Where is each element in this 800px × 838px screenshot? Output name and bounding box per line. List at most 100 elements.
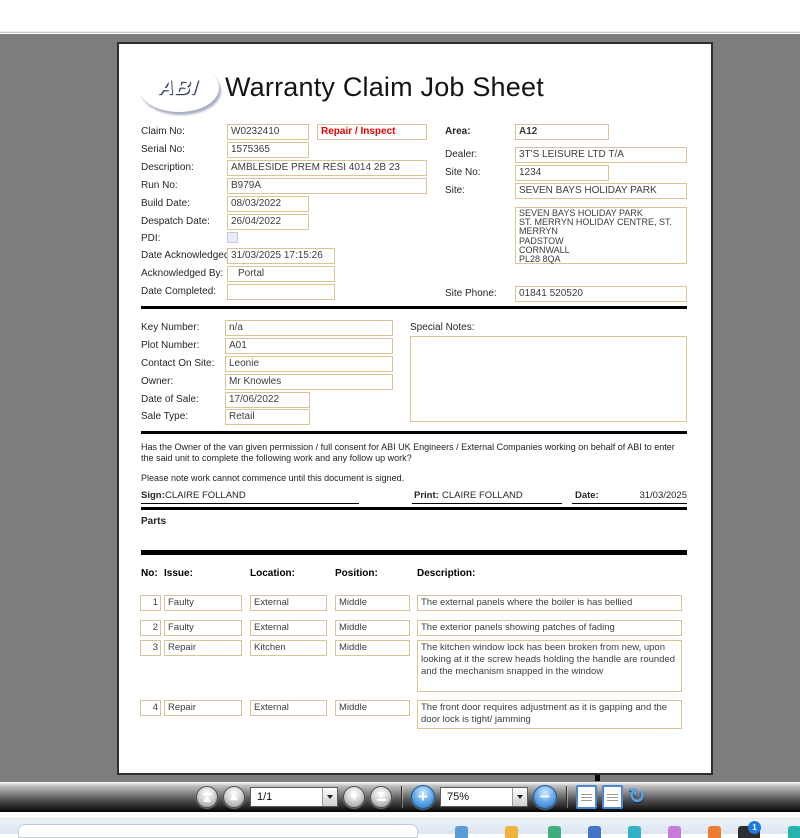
consent-question-text: Has the Owner of the van given permissio… xyxy=(141,442,675,463)
description-label: Description: xyxy=(141,162,194,173)
part-row-position[interactable]: Middle xyxy=(335,620,410,636)
chevron-down-icon xyxy=(517,795,523,799)
special-notes-field[interactable] xyxy=(410,336,687,422)
area-field[interactable]: A12 xyxy=(515,124,609,140)
arrow-down-icon xyxy=(350,794,358,800)
rotate-view-button[interactable]: ↻ xyxy=(628,786,646,808)
page-combo-dropdown-button[interactable] xyxy=(322,788,337,806)
arrow-up-icon xyxy=(230,794,238,800)
parts-header-location: Location: xyxy=(250,568,295,579)
site-address-field[interactable]: SEVEN BAYS HOLIDAY PARK ST. MERRYN HOLID… xyxy=(515,207,687,264)
parts-header-position: Position: xyxy=(335,568,378,579)
part-row-position[interactable]: Middle xyxy=(335,640,410,656)
serial-no-field[interactable]: 1575365 xyxy=(227,142,309,158)
window-bottom-strip xyxy=(0,812,800,819)
sign-label: Sign: xyxy=(141,490,165,501)
part-row-position[interactable]: Middle xyxy=(335,700,410,716)
date-completed-field[interactable] xyxy=(227,284,335,300)
sale-type-field[interactable]: Retail xyxy=(225,409,310,425)
taskbar-app-icon[interactable] xyxy=(668,826,681,838)
pdi-label: PDI: xyxy=(141,233,161,244)
sale-type-label: Sale Type: xyxy=(141,411,189,422)
zoom-in-button[interactable]: + xyxy=(411,785,435,809)
parts-header-issue: Issue: xyxy=(164,568,193,579)
site-label: Site: xyxy=(445,185,466,196)
date-acknowledged-field[interactable]: 31/03/2025 17:15:26 xyxy=(227,248,335,264)
plot-number-field[interactable]: A01 xyxy=(225,338,393,354)
fit-page-button[interactable] xyxy=(602,785,623,809)
zoom-out-button[interactable]: − xyxy=(533,785,557,809)
next-page-button[interactable] xyxy=(343,786,365,808)
taskbar-app-icon[interactable] xyxy=(505,826,518,838)
zoom-combo-dropdown-button[interactable] xyxy=(512,788,527,806)
claim-no-label: Claim No: xyxy=(141,126,185,137)
section-divider xyxy=(141,507,687,510)
area-label: Area: xyxy=(445,126,471,137)
print-underline xyxy=(412,503,562,504)
abi-logo: ABI xyxy=(139,64,219,112)
acknowledged-by-field[interactable]: Portal xyxy=(227,266,335,282)
description-field[interactable]: AMBLESIDE PREM RESI 4014 2B 23 xyxy=(227,160,427,176)
part-row-issue[interactable]: Faulty xyxy=(164,595,242,611)
fit-width-button[interactable] xyxy=(576,785,597,809)
taskbar-app-icon[interactable] xyxy=(788,826,800,838)
part-row-location[interactable]: External xyxy=(250,595,327,611)
parts-header-no: No: xyxy=(141,568,158,579)
page-number-combo[interactable]: 1/1 xyxy=(250,787,338,807)
site-field[interactable]: SEVEN BAYS HOLIDAY PARK xyxy=(515,183,687,199)
print-label: Print: xyxy=(414,490,439,501)
site-phone-label: Site Phone: xyxy=(445,288,497,299)
plus-icon: + xyxy=(418,787,428,806)
last-page-button[interactable] xyxy=(370,786,392,808)
site-phone-field[interactable]: 01841 520520 xyxy=(515,286,687,302)
zoom-level-combo[interactable]: 75% xyxy=(440,787,528,807)
part-row-no[interactable]: 1 xyxy=(140,595,161,611)
page-indicator: 1/1 xyxy=(257,791,273,803)
pdi-checkbox[interactable] xyxy=(227,232,238,243)
part-row-no[interactable]: 2 xyxy=(140,620,161,636)
build-date-field[interactable]: 08/03/2022 xyxy=(227,196,309,212)
part-row-no[interactable]: 4 xyxy=(140,700,161,716)
part-row-description[interactable]: The external panels where the boiler is … xyxy=(417,595,682,611)
run-no-field[interactable]: B979A xyxy=(227,178,427,194)
taskbar-app-icon[interactable] xyxy=(588,826,601,838)
browser-chrome-area xyxy=(0,0,800,31)
claim-no-field[interactable]: W0232410 xyxy=(227,124,309,140)
section-divider xyxy=(141,431,687,434)
section-divider xyxy=(141,306,687,309)
contact-on-site-field[interactable]: Leonie xyxy=(225,356,393,372)
taskbar-app-icon[interactable] xyxy=(455,826,468,838)
first-page-button[interactable] xyxy=(196,786,218,808)
dealer-field[interactable]: 3T'S LEISURE LTD T/A xyxy=(515,147,687,163)
serial-no-label: Serial No: xyxy=(141,144,185,155)
taskbar-app-icon[interactable] xyxy=(628,826,641,838)
owner-field[interactable]: Mr Knowles xyxy=(225,374,393,390)
despatch-date-field[interactable]: 26/04/2022 xyxy=(227,214,309,230)
sign-underline xyxy=(141,503,359,504)
part-row-location[interactable]: External xyxy=(250,700,327,716)
fit-page-icon xyxy=(607,793,618,795)
part-row-description[interactable]: The front door requires adjustment as it… xyxy=(417,700,682,729)
key-number-field[interactable]: n/a xyxy=(225,320,393,336)
site-no-field[interactable]: 1234 xyxy=(515,165,609,181)
taskbar-app-icon[interactable] xyxy=(708,826,721,838)
toolbar-separator xyxy=(401,786,402,808)
part-row-location[interactable]: Kitchen xyxy=(250,640,327,656)
part-row-issue[interactable]: Repair xyxy=(164,640,242,656)
chevron-down-icon xyxy=(327,795,333,799)
part-row-position[interactable]: Middle xyxy=(335,595,410,611)
part-row-description[interactable]: The exterior panels showing patches of f… xyxy=(417,620,682,636)
date-of-sale-field[interactable]: 17/06/2022 xyxy=(225,392,310,408)
part-row-issue[interactable]: Repair xyxy=(164,700,242,716)
taskbar-search-box[interactable] xyxy=(18,824,418,838)
claim-type-field[interactable]: Repair / Inspect xyxy=(317,124,427,140)
part-row-issue[interactable]: Faulty xyxy=(164,620,242,636)
consent-note-text: Please note work cannot commence until t… xyxy=(141,473,405,483)
taskbar: 1 xyxy=(0,819,800,838)
part-row-no[interactable]: 3 xyxy=(140,640,161,656)
acknowledged-by-label: Acknowledged By: xyxy=(141,268,224,279)
part-row-description[interactable]: The kitchen window lock has been broken … xyxy=(417,640,682,692)
part-row-location[interactable]: External xyxy=(250,620,327,636)
taskbar-app-icon[interactable] xyxy=(548,826,561,838)
previous-page-button[interactable] xyxy=(223,786,245,808)
